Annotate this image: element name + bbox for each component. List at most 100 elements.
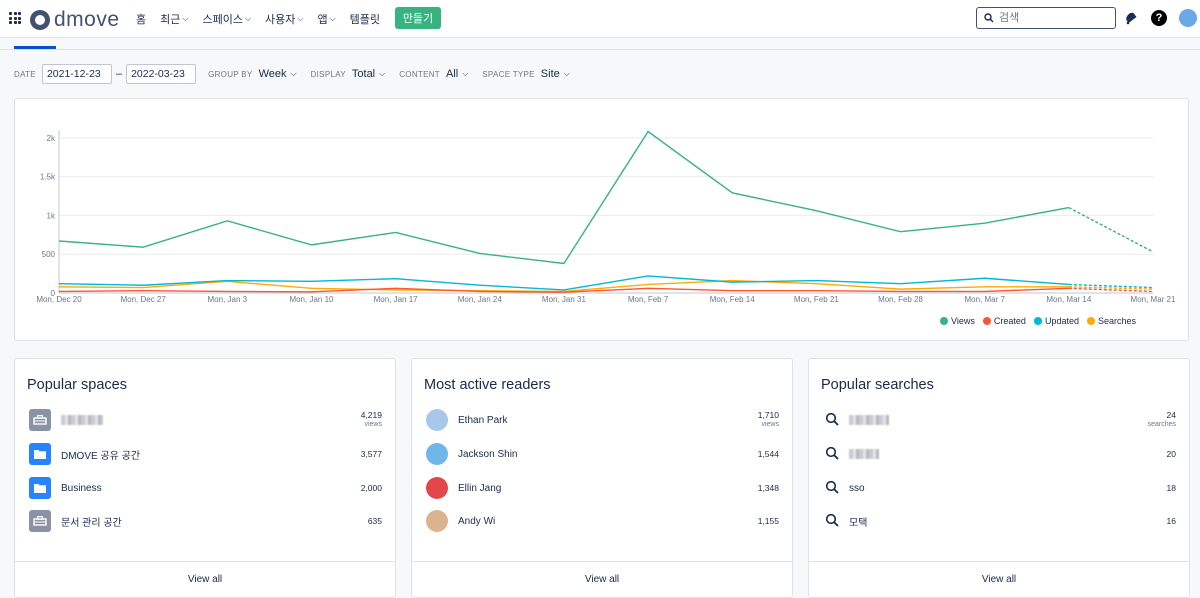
reader-row[interactable]: Jackson Shin 1,544 bbox=[426, 442, 779, 466]
redacted-text bbox=[849, 448, 879, 459]
legend-item-views[interactable]: Views bbox=[940, 316, 975, 326]
help-icon[interactable]: ? bbox=[1151, 10, 1167, 26]
nav-templates-label: 템플릿 bbox=[349, 14, 381, 26]
notification-bell-icon[interactable] bbox=[1124, 11, 1138, 30]
view-all-button[interactable]: View all bbox=[809, 561, 1189, 597]
search-row[interactable]: 모택 16 bbox=[823, 509, 1176, 533]
row-value-number: 20 bbox=[1166, 449, 1176, 459]
reader-row[interactable]: Ellin Jang 1,348 bbox=[426, 476, 779, 500]
space-name[interactable]: Business bbox=[61, 483, 361, 494]
row-value: 16 bbox=[1167, 516, 1176, 526]
reader-name[interactable]: Andy Wi bbox=[458, 516, 758, 527]
space-type-value: Site bbox=[540, 68, 560, 80]
folder-icon bbox=[29, 477, 51, 499]
content-dropdown[interactable]: All ⌵ bbox=[446, 68, 468, 80]
row-value-unit: views bbox=[364, 421, 382, 428]
legend-item-updated[interactable]: Updated bbox=[1033, 316, 1079, 326]
reader-name[interactable]: Ethan Park bbox=[458, 415, 758, 426]
nav-home[interactable]: 홈 bbox=[136, 11, 146, 27]
x-tick-label: Mon, Jan 17 bbox=[374, 295, 419, 304]
folder-icon bbox=[29, 443, 51, 465]
search-box[interactable] bbox=[976, 7, 1116, 29]
legend-label: Updated bbox=[1044, 316, 1079, 326]
row-value: 2,000 bbox=[361, 483, 382, 493]
user-avatar[interactable] bbox=[1179, 9, 1197, 27]
row-value: 635 bbox=[368, 516, 382, 526]
search-row[interactable]: 24 searches bbox=[823, 408, 1176, 432]
panel-title: Popular searches bbox=[821, 377, 934, 393]
search-icon bbox=[825, 513, 841, 529]
space-row[interactable]: 문서 관리 공간 635 bbox=[29, 509, 382, 533]
chevron-down-icon: ⌵ bbox=[182, 14, 189, 23]
search-row[interactable]: sso 18 bbox=[823, 476, 1176, 500]
row-value: 1,348 bbox=[758, 483, 779, 493]
date-to-input[interactable]: 2022-03-23 bbox=[126, 64, 197, 84]
y-tick-label: 2k bbox=[47, 134, 56, 143]
x-tick-label: Mon, Feb 21 bbox=[794, 295, 839, 304]
content-label: CONTENT bbox=[399, 69, 440, 79]
y-tick-label: 1k bbox=[47, 211, 56, 220]
briefcase-icon bbox=[29, 510, 51, 532]
legend-label: Searches bbox=[1097, 316, 1136, 326]
activity-line-chart: 05001k1.5k2kMon, Dec 20 Mon, Dec 27 Mon, J… bbox=[36, 130, 1176, 304]
nav-recent[interactable]: 최근 ⌵ bbox=[160, 11, 188, 27]
space-name[interactable]: DMOVE 공유 공간 bbox=[61, 447, 361, 462]
space-row[interactable]: Business 2,000 bbox=[29, 476, 382, 500]
view-all-button[interactable]: View all bbox=[412, 561, 792, 597]
x-tick-label: Mon, Feb 14 bbox=[710, 295, 755, 304]
display-dropdown[interactable]: Total ⌵ bbox=[352, 68, 385, 80]
search-term[interactable]: sso bbox=[849, 483, 1167, 494]
row-value: 1,155 bbox=[758, 516, 779, 526]
space-name[interactable] bbox=[61, 414, 361, 426]
series-projection-views bbox=[1068, 206, 1154, 253]
chevron-down-icon: ⌵ bbox=[244, 14, 252, 23]
top-navigation-bar: dmove 홈 최근⌵ 스페이스⌵ 사용자⌵ 앱⌵ 템플릿 만들기 ? bbox=[0, 0, 1200, 38]
x-tick-label: Mon, Dec 27 bbox=[120, 295, 166, 304]
popular-spaces-panel: Popular spaces 4,219 views DMOVE 공유 공간 3,57… bbox=[14, 358, 396, 598]
space-type-dropdown[interactable]: Site ⌵ bbox=[541, 68, 570, 80]
reader-row[interactable]: Andy Wi 1,155 bbox=[426, 509, 779, 533]
y-tick-label: 500 bbox=[42, 250, 56, 259]
nav-templates[interactable]: 템플릿 bbox=[350, 11, 380, 27]
nav-spaces-label: 스페이스 bbox=[202, 14, 243, 26]
search-term[interactable]: 모택 bbox=[849, 514, 1167, 529]
search-icon bbox=[825, 412, 841, 428]
legend-item-created[interactable]: Created bbox=[982, 316, 1026, 326]
date-from-input[interactable]: 2021-12-23 bbox=[41, 64, 112, 84]
search-input[interactable] bbox=[999, 12, 1109, 24]
reader-name[interactable]: Jackson Shin bbox=[458, 449, 758, 460]
group-by-dropdown[interactable]: Week ⌵ bbox=[259, 68, 297, 80]
reader-name[interactable]: Ellin Jang bbox=[458, 483, 758, 494]
dmove-logo[interactable]: dmove bbox=[30, 8, 120, 32]
y-tick-label: 1.5k bbox=[40, 173, 56, 182]
search-row[interactable]: 20 bbox=[823, 442, 1176, 466]
space-row[interactable]: 4,219 views bbox=[29, 408, 382, 432]
nav-apps[interactable]: 앱 ⌵ bbox=[317, 11, 335, 27]
nav-people[interactable]: 사용자 ⌵ bbox=[265, 11, 303, 27]
row-value: 3,577 bbox=[361, 449, 382, 459]
content-value: All bbox=[445, 68, 459, 80]
space-row[interactable]: DMOVE 공유 공간 3,577 bbox=[29, 442, 382, 466]
app-switcher-icon[interactable] bbox=[9, 12, 21, 24]
legend-dot bbox=[1033, 317, 1042, 325]
row-value-number: 16 bbox=[1166, 516, 1176, 526]
create-button[interactable]: 만들기 bbox=[395, 7, 441, 29]
filter-bar: DATE 2021-12-23 – 2022-03-23 GROUP BY We… bbox=[14, 64, 584, 84]
logo-mark-icon bbox=[30, 10, 50, 30]
reader-avatar bbox=[426, 477, 448, 499]
search-term[interactable] bbox=[849, 448, 1167, 460]
legend-item-searches[interactable]: Searches bbox=[1086, 316, 1136, 326]
row-value: 4,219 views bbox=[361, 410, 382, 430]
space-name[interactable]: 문서 관리 공간 bbox=[61, 514, 368, 529]
redacted-text bbox=[849, 414, 889, 425]
view-all-button[interactable]: View all bbox=[15, 561, 395, 597]
space-type-label: SPACE TYPE bbox=[482, 69, 535, 79]
search-term[interactable] bbox=[849, 414, 1148, 426]
reader-row[interactable]: Ethan Park 1,710 views bbox=[426, 408, 779, 432]
row-value-number: 18 bbox=[1166, 483, 1176, 493]
row-value: 1,710 views bbox=[758, 410, 779, 430]
nav-spaces[interactable]: 스페이스 ⌵ bbox=[202, 11, 251, 27]
row-value-number: 4,219 bbox=[360, 410, 382, 420]
chevron-down-icon: ⌵ bbox=[297, 14, 304, 23]
group-by-label: GROUP BY bbox=[208, 69, 253, 79]
